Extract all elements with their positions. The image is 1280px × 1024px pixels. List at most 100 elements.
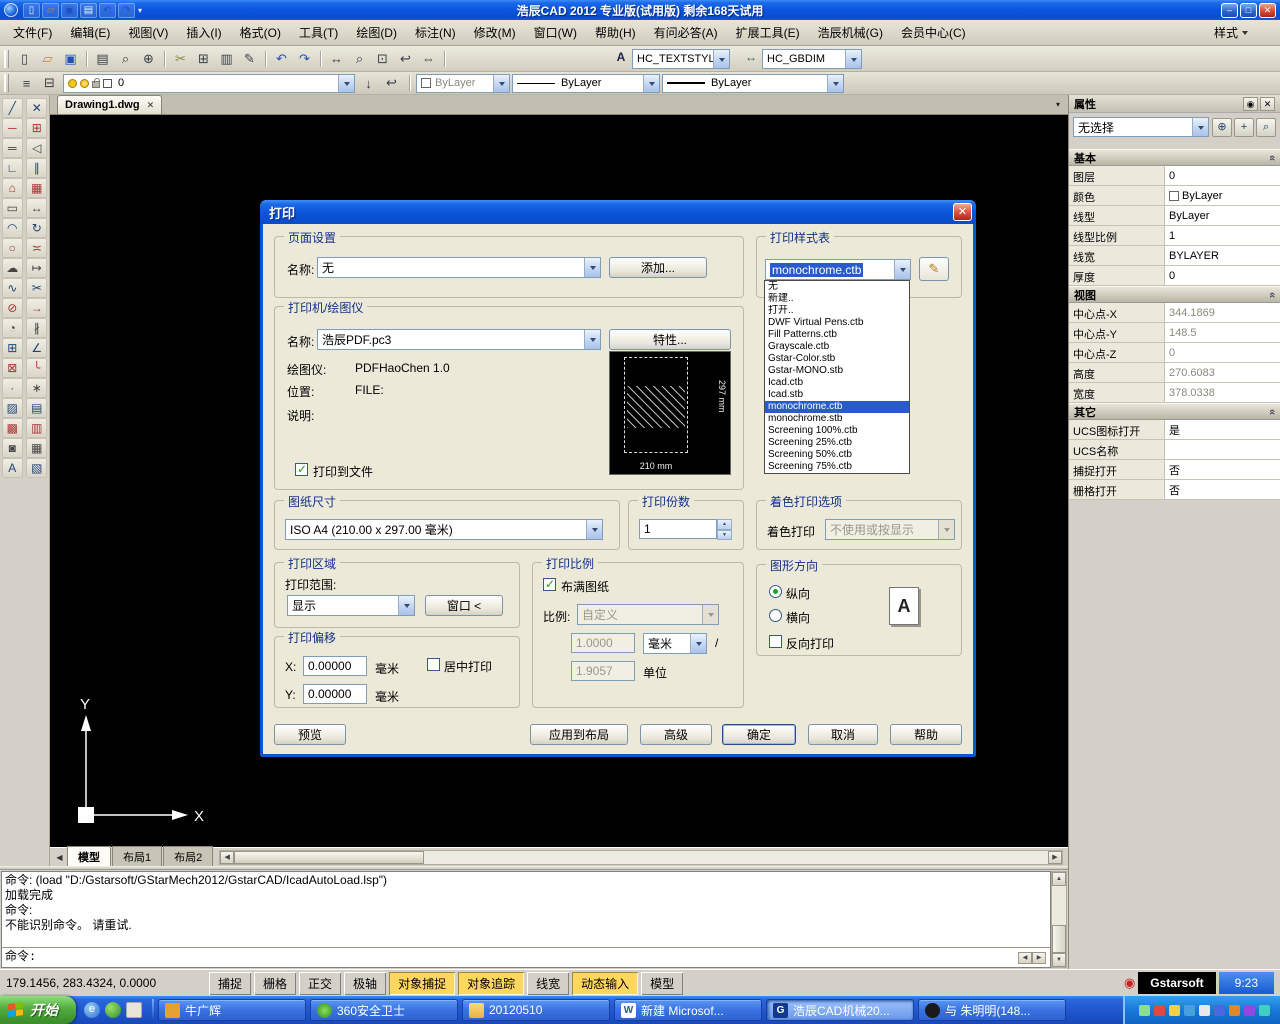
taskbar-task[interactable]: 360安全卫士 — [310, 999, 458, 1021]
property-value[interactable]: 否 — [1165, 460, 1280, 479]
scale-unit-combo[interactable]: 毫米 — [643, 633, 707, 654]
preview-button[interactable]: 预览 — [274, 724, 346, 745]
plot-style-option[interactable]: Gstar-MONO.stb — [765, 365, 909, 377]
extend-icon[interactable]: → — [26, 298, 47, 318]
command-vertical-scrollbar[interactable]: ▲ ▼ — [1051, 871, 1067, 968]
offset-icon[interactable]: ∥ — [26, 158, 47, 178]
menu-item[interactable]: 视图(V) — [119, 20, 177, 45]
section-header-misc[interactable]: 其它 « — [1069, 403, 1280, 420]
point-icon[interactable]: · — [2, 378, 23, 398]
status-toggle[interactable]: 极轴 — [344, 972, 386, 995]
add-pagesetup-button[interactable]: 添加... — [609, 257, 707, 278]
tray-icon[interactable] — [1169, 1005, 1180, 1016]
publish-icon[interactable]: ⊕ — [138, 49, 159, 69]
taskbar-task[interactable]: W 新建 Microsof... — [614, 999, 762, 1021]
page-setup-name-combo[interactable]: 无 — [317, 257, 601, 278]
menu-item[interactable]: 插入(I) — [177, 20, 230, 45]
polyline-icon[interactable]: ∟ — [2, 158, 23, 178]
tray-icon[interactable] — [1199, 1005, 1210, 1016]
command-splitter[interactable] — [0, 866, 1068, 870]
taskbar-task[interactable]: 牛广辉 — [158, 999, 306, 1021]
property-value[interactable]: ByLayer — [1165, 206, 1280, 225]
menu-item[interactable]: 文件(F) — [4, 20, 61, 45]
plot-style-option[interactable]: Icad.stb — [765, 389, 909, 401]
copy-icon[interactable]: ⊞ — [193, 49, 214, 69]
section-header-view[interactable]: 视图 « — [1069, 286, 1280, 303]
scale-icon[interactable]: ≍ — [26, 238, 47, 258]
fit-to-paper-checkbox[interactable] — [543, 578, 556, 591]
chamfer-icon[interactable]: ∠ — [26, 338, 47, 358]
sep-icon[interactable] — [83, 49, 90, 69]
chevron-down-icon[interactable] — [894, 260, 910, 279]
plot-style-option[interactable]: 无 — [765, 281, 909, 293]
text-style-combo[interactable]: HC_TEXTSTYLE — [632, 49, 730, 69]
property-value[interactable]: 270.6083 — [1165, 363, 1280, 382]
printer-properties-button[interactable]: 特性... — [609, 329, 731, 350]
chevron-down-icon[interactable] — [338, 75, 354, 92]
layer-lock-icon[interactable] — [92, 81, 100, 88]
style-menu[interactable]: 样式 — [1214, 24, 1276, 41]
status-notification-icon[interactable]: ◉ — [1124, 975, 1135, 991]
make-block-icon[interactable]: ⊠ — [2, 358, 23, 378]
taskbar-task[interactable]: 与 朱明明(148... — [918, 999, 1066, 1021]
break-icon[interactable]: ∦ — [26, 318, 47, 338]
undo-icon[interactable]: ↶ — [99, 3, 116, 18]
property-value[interactable]: 148.5 — [1165, 323, 1280, 342]
plot-style-option[interactable]: 打开.. — [765, 305, 909, 317]
collapse-chevron-icon[interactable]: « — [1266, 408, 1278, 414]
command-prompt[interactable]: 命令: — [2, 947, 1050, 967]
property-value[interactable] — [1165, 440, 1280, 459]
layer-states-icon[interactable]: ⊟ — [39, 73, 60, 93]
tray-icon[interactable] — [1244, 1005, 1255, 1016]
cancel-button[interactable]: 取消 — [808, 724, 878, 745]
scrollbar-thumb[interactable] — [1052, 925, 1066, 953]
menu-item[interactable]: 会员中心(C) — [892, 20, 975, 45]
chevron-down-icon[interactable] — [690, 634, 706, 653]
property-value[interactable]: 0 — [1165, 266, 1280, 285]
copies-spinner[interactable]: ▲▼ — [717, 519, 732, 540]
menu-item[interactable]: 格式(O) — [231, 20, 290, 45]
array-icon[interactable]: ▦ — [26, 178, 47, 198]
layer-freeze-icon[interactable] — [80, 79, 89, 88]
show-desktop-icon[interactable] — [126, 1002, 142, 1018]
plot-preview-icon[interactable]: ⌕ — [115, 49, 136, 69]
property-value[interactable]: 378.0338 — [1165, 383, 1280, 402]
dialog-titlebar[interactable]: 打印 — [260, 200, 976, 224]
scroll-left-icon[interactable]: ◀ — [220, 851, 234, 864]
menu-item[interactable]: 工具(T) — [290, 20, 347, 45]
offset-x-input[interactable]: 0.00000 — [303, 656, 367, 676]
tray-icon[interactable] — [1214, 1005, 1225, 1016]
toolbar-grip[interactable] — [4, 50, 9, 68]
collapse-chevron-icon[interactable]: « — [1266, 291, 1278, 297]
open-icon[interactable]: ▱ — [42, 3, 59, 18]
line-icon[interactable]: ╱ — [2, 98, 23, 118]
rectangle-icon[interactable]: ▭ — [2, 198, 23, 218]
tray-icon[interactable] — [1154, 1005, 1165, 1016]
plot-style-combo[interactable]: monochrome.ctb — [765, 259, 911, 280]
plot-style-option[interactable]: Icad.ctb — [765, 377, 909, 389]
plot-style-option[interactable]: Screening 25%.ctb — [765, 437, 909, 449]
polygon-icon[interactable]: ⌂ — [2, 178, 23, 198]
portrait-radio[interactable] — [769, 585, 782, 598]
taskbar-task[interactable]: 20120510 — [462, 999, 610, 1021]
tray-icon[interactable] — [1184, 1005, 1195, 1016]
plot-style-option[interactable]: Screening 75%.ctb — [765, 461, 909, 473]
menu-item[interactable]: 浩辰机械(G) — [809, 20, 892, 45]
tray-icon[interactable] — [1259, 1005, 1270, 1016]
menu-item[interactable]: 修改(M) — [465, 20, 525, 45]
tab-list-chevron-icon[interactable]: ▾ — [1056, 100, 1060, 109]
close-panel-icon[interactable]: ✕ — [1260, 97, 1275, 111]
revision-cloud-icon[interactable]: ☁ — [2, 258, 23, 278]
menu-item[interactable]: 帮助(H) — [586, 20, 645, 45]
toolbar-grip[interactable] — [4, 74, 9, 92]
scroll-up-icon[interactable]: ▲ — [1052, 872, 1066, 886]
plot-style-option[interactable]: Screening 100%.ctb — [765, 425, 909, 437]
rotate-icon[interactable]: ↻ — [26, 218, 47, 238]
tray-icon[interactable] — [1139, 1005, 1150, 1016]
property-value[interactable]: 1 — [1165, 226, 1280, 245]
tab-scroll-left-icon[interactable]: ◀ — [52, 853, 67, 862]
mirror-icon[interactable]: ◁ — [26, 138, 47, 158]
360-icon[interactable] — [105, 1002, 121, 1018]
paste-icon[interactable]: ▥ — [216, 49, 237, 69]
chevron-down-icon[interactable] — [584, 258, 600, 277]
